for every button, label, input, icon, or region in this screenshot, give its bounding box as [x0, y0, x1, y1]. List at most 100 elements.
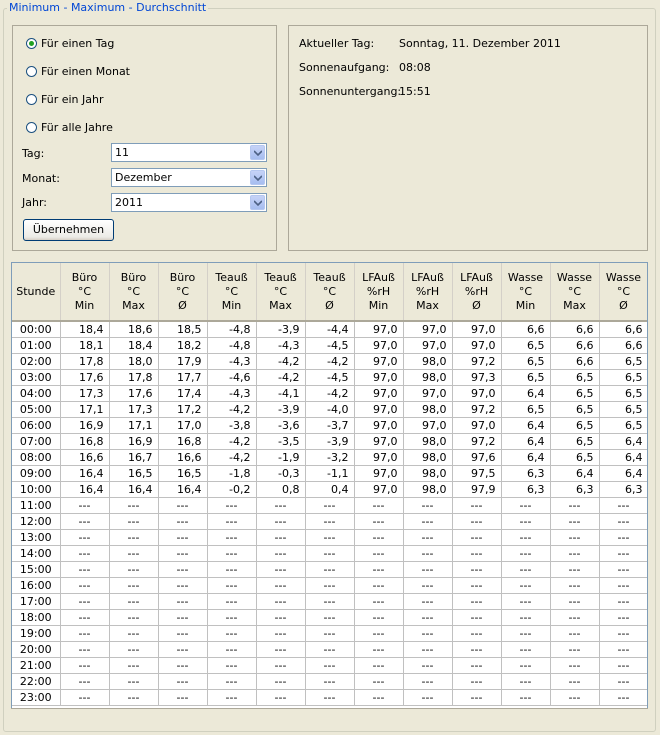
- value-cell: 98,0: [403, 369, 453, 386]
- table-row[interactable]: 00:00 18,4 18,6 18,5 -4,8 -3,9 -4,4 97,0 97,0 97,…: [12, 321, 647, 338]
- table-body: 00:00 18,4 18,6 18,5 -4,8 -3,9 -4,4 97,0 97,0 97,…: [12, 321, 647, 706]
- value-cell: -4,1: [256, 385, 306, 402]
- column-header[interactable]: LFAuß %rH Ø: [452, 263, 502, 322]
- table-row[interactable]: 12:00 --- --- --- --- --- --- --- --- --- --- --- --…: [12, 513, 647, 530]
- column-header[interactable]: Stunde: [12, 263, 61, 322]
- hour-cell: 17:00: [12, 593, 61, 610]
- value-cell: ---: [452, 577, 502, 594]
- table-row[interactable]: 06:00 16,9 17,1 17,0 -3,8 -3,6 -3,7 97,0 97,0 97,…: [12, 417, 647, 434]
- column-header[interactable]: Teauß °C Max: [256, 263, 306, 322]
- value-cell: 97,9: [452, 481, 502, 498]
- value-cell: 18,0: [109, 353, 159, 370]
- value-cell: ---: [158, 641, 208, 658]
- column-header[interactable]: Wasse °C Max: [550, 263, 600, 322]
- radio-year[interactable]: Für ein Jahr: [26, 91, 104, 107]
- column-header[interactable]: Wasse °C Ø: [599, 263, 647, 322]
- value-cell: 97,0: [354, 385, 404, 402]
- year-select[interactable]: 2011: [111, 193, 267, 212]
- radio-day[interactable]: Für einen Tag: [26, 35, 114, 51]
- value-cell: -4,2: [256, 369, 306, 386]
- column-header[interactable]: Teauß °C Ø: [305, 263, 355, 322]
- column-header[interactable]: Büro °C Ø: [158, 263, 208, 322]
- value-cell: ---: [550, 497, 600, 514]
- table-row[interactable]: 08:00 16,6 16,7 16,6 -4,2 -1,9 -3,2 97,0 98,0 97,…: [12, 449, 647, 466]
- table-row[interactable]: 22:00 --- --- --- --- --- --- --- --- --- --- --- --…: [12, 673, 647, 690]
- table-row[interactable]: 13:00 --- --- --- --- --- --- --- --- --- --- --- --…: [12, 529, 647, 546]
- month-select[interactable]: Dezember: [111, 168, 267, 187]
- table-row[interactable]: 19:00 --- --- --- --- --- --- --- --- --- --- --- --…: [12, 625, 647, 642]
- value-cell: -3,9: [256, 321, 306, 338]
- value-cell: 6,5: [550, 433, 600, 450]
- value-cell: ---: [501, 529, 551, 546]
- table-row[interactable]: 09:00 16,4 16,5 16,5 -1,8 -0,3 -1,1 97,0 98,0 97,…: [12, 465, 647, 482]
- value-cell: ---: [60, 657, 110, 674]
- radio-all-years-label: Für alle Jahre: [41, 120, 113, 134]
- value-cell: 97,2: [452, 401, 502, 418]
- value-cell: ---: [256, 545, 306, 562]
- value-cell: ---: [550, 529, 600, 546]
- value-cell: 98,0: [403, 353, 453, 370]
- value-cell: ---: [60, 673, 110, 690]
- table-row[interactable]: 03:00 17,6 17,8 17,7 -4,6 -4,2 -4,5 97,0 98,0 97,…: [12, 369, 647, 386]
- value-cell: 97,0: [354, 417, 404, 434]
- column-header[interactable]: Wasse °C Min: [501, 263, 551, 322]
- radio-month[interactable]: Für einen Monat: [26, 63, 130, 79]
- chevron-down-icon[interactable]: [250, 145, 265, 160]
- table-row[interactable]: 01:00 18,1 18,4 18,2 -4,8 -4,3 -4,5 97,0 97,0 97,…: [12, 337, 647, 354]
- value-cell: ---: [599, 561, 647, 578]
- value-cell: ---: [60, 609, 110, 626]
- table-row[interactable]: 07:00 16,8 16,9 16,8 -4,2 -3,5 -3,9 97,0 98,0 97,…: [12, 433, 647, 450]
- value-cell: ---: [599, 513, 647, 530]
- table-row[interactable]: 18:00 --- --- --- --- --- --- --- --- --- --- --- --…: [12, 609, 647, 626]
- value-cell: ---: [305, 593, 355, 610]
- value-cell: ---: [599, 593, 647, 610]
- value-cell: ---: [256, 577, 306, 594]
- value-cell: -4,8: [207, 321, 257, 338]
- table-row[interactable]: 02:00 17,8 18,0 17,9 -4,3 -4,2 -4,2 97,0 98,0 97,…: [12, 353, 647, 370]
- radio-day-circle[interactable]: [26, 37, 37, 49]
- value-cell: ---: [158, 609, 208, 626]
- column-header-line: %rH: [366, 284, 391, 298]
- column-header[interactable]: LFAuß %rH Min: [354, 263, 404, 322]
- value-cell: -3,5: [256, 433, 306, 450]
- value-cell: ---: [60, 689, 110, 706]
- table-row[interactable]: 21:00 --- --- --- --- --- --- --- --- --- --- --- --…: [12, 657, 647, 674]
- column-header[interactable]: Büro °C Min: [60, 263, 110, 322]
- table-row[interactable]: 05:00 17,1 17,3 17,2 -4,2 -3,9 -4,0 97,0 98,0 97,…: [12, 401, 647, 418]
- value-cell: ---: [305, 577, 355, 594]
- column-header[interactable]: LFAuß %rH Max: [403, 263, 453, 322]
- table-row[interactable]: 15:00 --- --- --- --- --- --- --- --- --- --- --- --…: [12, 561, 647, 578]
- table-row[interactable]: 14:00 --- --- --- --- --- --- --- --- --- --- --- --…: [12, 545, 647, 562]
- table-row[interactable]: 04:00 17,3 17,6 17,4 -4,3 -4,1 -4,2 97,0 97,0 97,…: [12, 385, 647, 402]
- column-header[interactable]: Teauß °C Min: [207, 263, 257, 322]
- value-cell: 0,8: [256, 481, 306, 498]
- chevron-down-icon[interactable]: [250, 195, 265, 210]
- table-row[interactable]: 16:00 --- --- --- --- --- --- --- --- --- --- --- --…: [12, 577, 647, 594]
- hour-cell: 10:00: [12, 481, 61, 498]
- year-label: Jahr:: [22, 196, 47, 209]
- chevron-down-icon[interactable]: [250, 170, 265, 185]
- value-cell: ---: [452, 529, 502, 546]
- hour-cell: 08:00: [12, 449, 61, 466]
- radio-all-years-circle[interactable]: [26, 121, 37, 133]
- table-row[interactable]: 10:00 16,4 16,4 16,4 -0,2 0,8 0,4 97,0 98,0 97,9 6…: [12, 481, 647, 498]
- value-cell: ---: [550, 689, 600, 706]
- hour-cell: 14:00: [12, 545, 61, 562]
- apply-button[interactable]: Übernehmen: [23, 219, 114, 241]
- value-cell: 98,0: [403, 401, 453, 418]
- radio-year-circle[interactable]: [26, 93, 37, 105]
- table-row[interactable]: 20:00 --- --- --- --- --- --- --- --- --- --- --- --…: [12, 641, 647, 658]
- value-cell: 97,0: [452, 385, 502, 402]
- table-row[interactable]: 23:00 --- --- --- --- --- --- --- --- --- --- --- --…: [12, 689, 647, 706]
- column-header-line: °C: [175, 284, 190, 298]
- table-row[interactable]: 17:00 --- --- --- --- --- --- --- --- --- --- --- --…: [12, 593, 647, 610]
- value-cell: 6,4: [501, 433, 551, 450]
- value-cell: -4,2: [305, 353, 355, 370]
- day-select[interactable]: 11: [111, 143, 267, 162]
- radio-month-circle[interactable]: [26, 65, 37, 77]
- column-header-line: Max: [416, 298, 439, 312]
- table-row[interactable]: 11:00 --- --- --- --- --- --- --- --- --- --- --- --…: [12, 497, 647, 514]
- column-header[interactable]: Büro °C Max: [109, 263, 159, 322]
- value-cell: 6,4: [599, 465, 647, 482]
- radio-all-years[interactable]: Für alle Jahre: [26, 119, 113, 135]
